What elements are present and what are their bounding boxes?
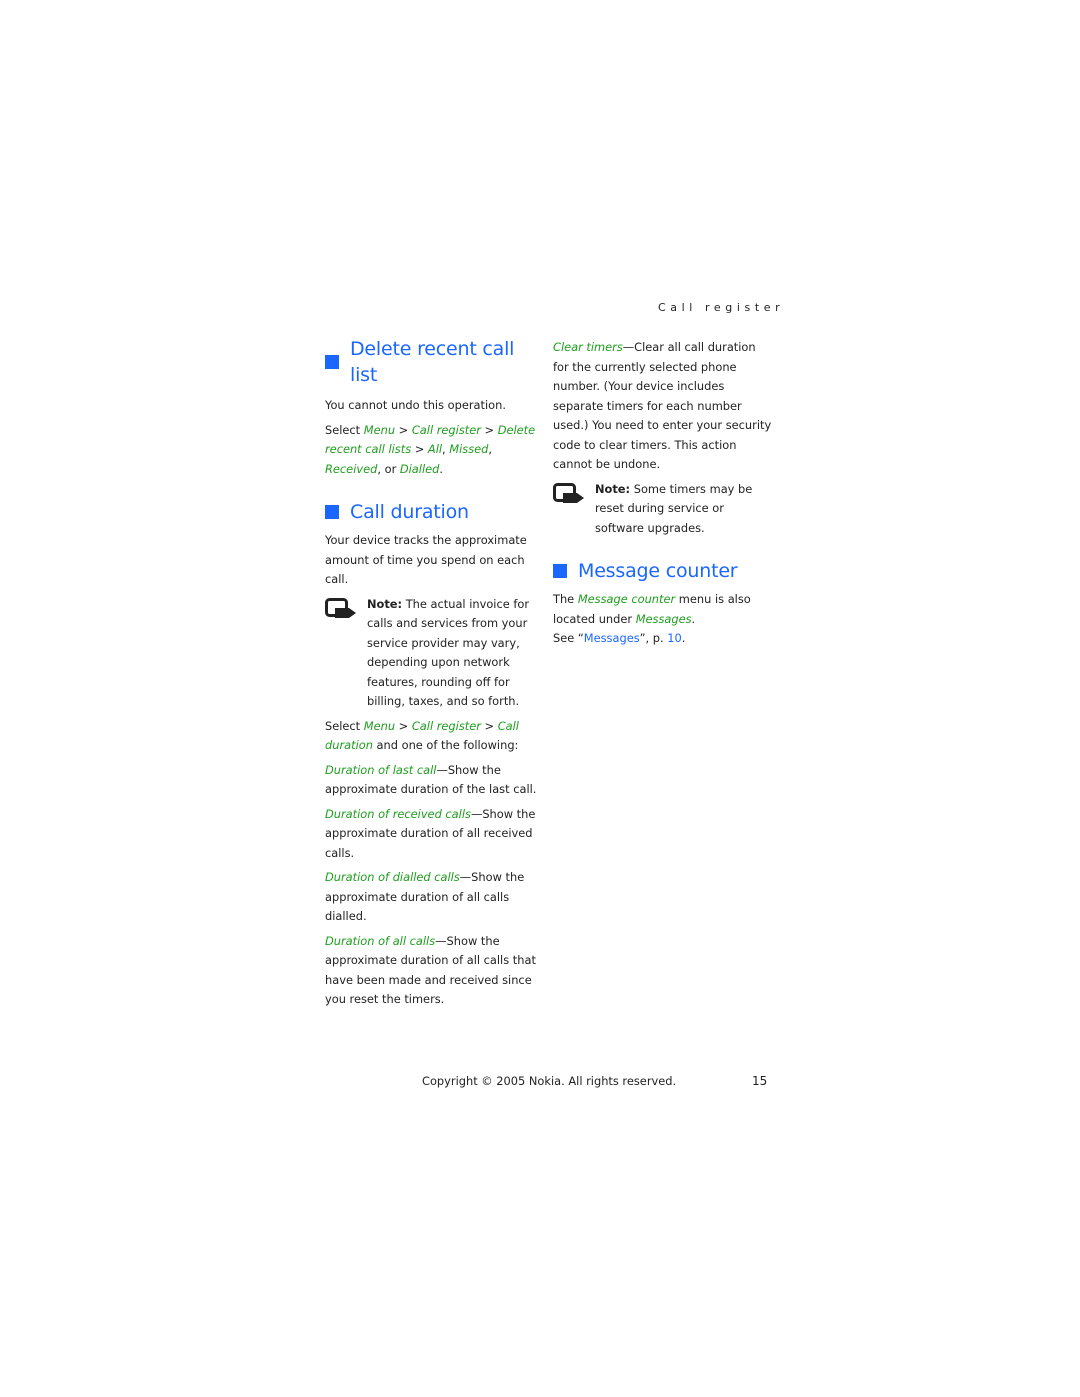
section-heading-delete-recent: Delete recent call list	[325, 336, 545, 388]
note-box: Note: The actual invoice for calls and s…	[325, 595, 545, 712]
paragraph: The Message counter menu is also located…	[553, 592, 751, 626]
page-ref-link[interactable]: 10	[667, 631, 682, 645]
heading-text: Message counter	[578, 560, 738, 582]
received-link: Received	[325, 461, 378, 476]
heading-text: Call duration	[350, 501, 469, 523]
menu-path-duration: Select Menu > Call register > Call durat…	[325, 718, 519, 753]
menu-path-delete: Select Menu > Call register > Delete rec…	[325, 422, 536, 476]
option-item: Duration of received calls—Show the appr…	[325, 806, 536, 860]
menu-link: Menu	[363, 422, 396, 437]
option-item: Duration of last call—Show the approxima…	[325, 762, 537, 797]
right-column: Clear timers—Clear all call duration for…	[553, 338, 773, 654]
option-item: Duration of dialled calls—Show the appro…	[325, 870, 525, 923]
note-box: Note: Some timers may be reset during se…	[553, 480, 773, 539]
section-heading-call-duration: Call duration	[325, 499, 545, 525]
heading-square-icon	[325, 355, 339, 369]
running-header: Call register	[658, 301, 785, 314]
paragraph: You cannot undo this operation.	[325, 398, 506, 412]
page-number: 15	[752, 1074, 768, 1088]
paragraph: Your device tracks the approximate amoun…	[325, 533, 527, 586]
heading-square-icon	[325, 505, 339, 519]
heading-square-icon	[553, 564, 567, 578]
messages-link[interactable]: Messages	[584, 631, 640, 645]
missed-link: Missed	[449, 442, 489, 456]
call-register-link: Call register	[411, 422, 481, 437]
cross-reference: See “Messages”, p. 10.	[553, 631, 686, 645]
all-link: All	[427, 442, 443, 456]
copyright-footer: Copyright © 2005 Nokia. All rights reser…	[422, 1074, 677, 1088]
note-hand-icon	[325, 595, 359, 712]
section-heading-message-counter: Message counter	[553, 558, 773, 584]
heading-text: Delete recent call list	[350, 338, 515, 386]
left-column: Delete recent call list You cannot undo …	[325, 336, 545, 1015]
dialled-link: Dialled	[399, 461, 440, 476]
option-item-clear-timers: Clear timers—Clear all call duration for…	[553, 340, 772, 471]
note-hand-icon	[553, 480, 587, 539]
option-item: Duration of all calls—Show the approxima…	[325, 933, 536, 1007]
